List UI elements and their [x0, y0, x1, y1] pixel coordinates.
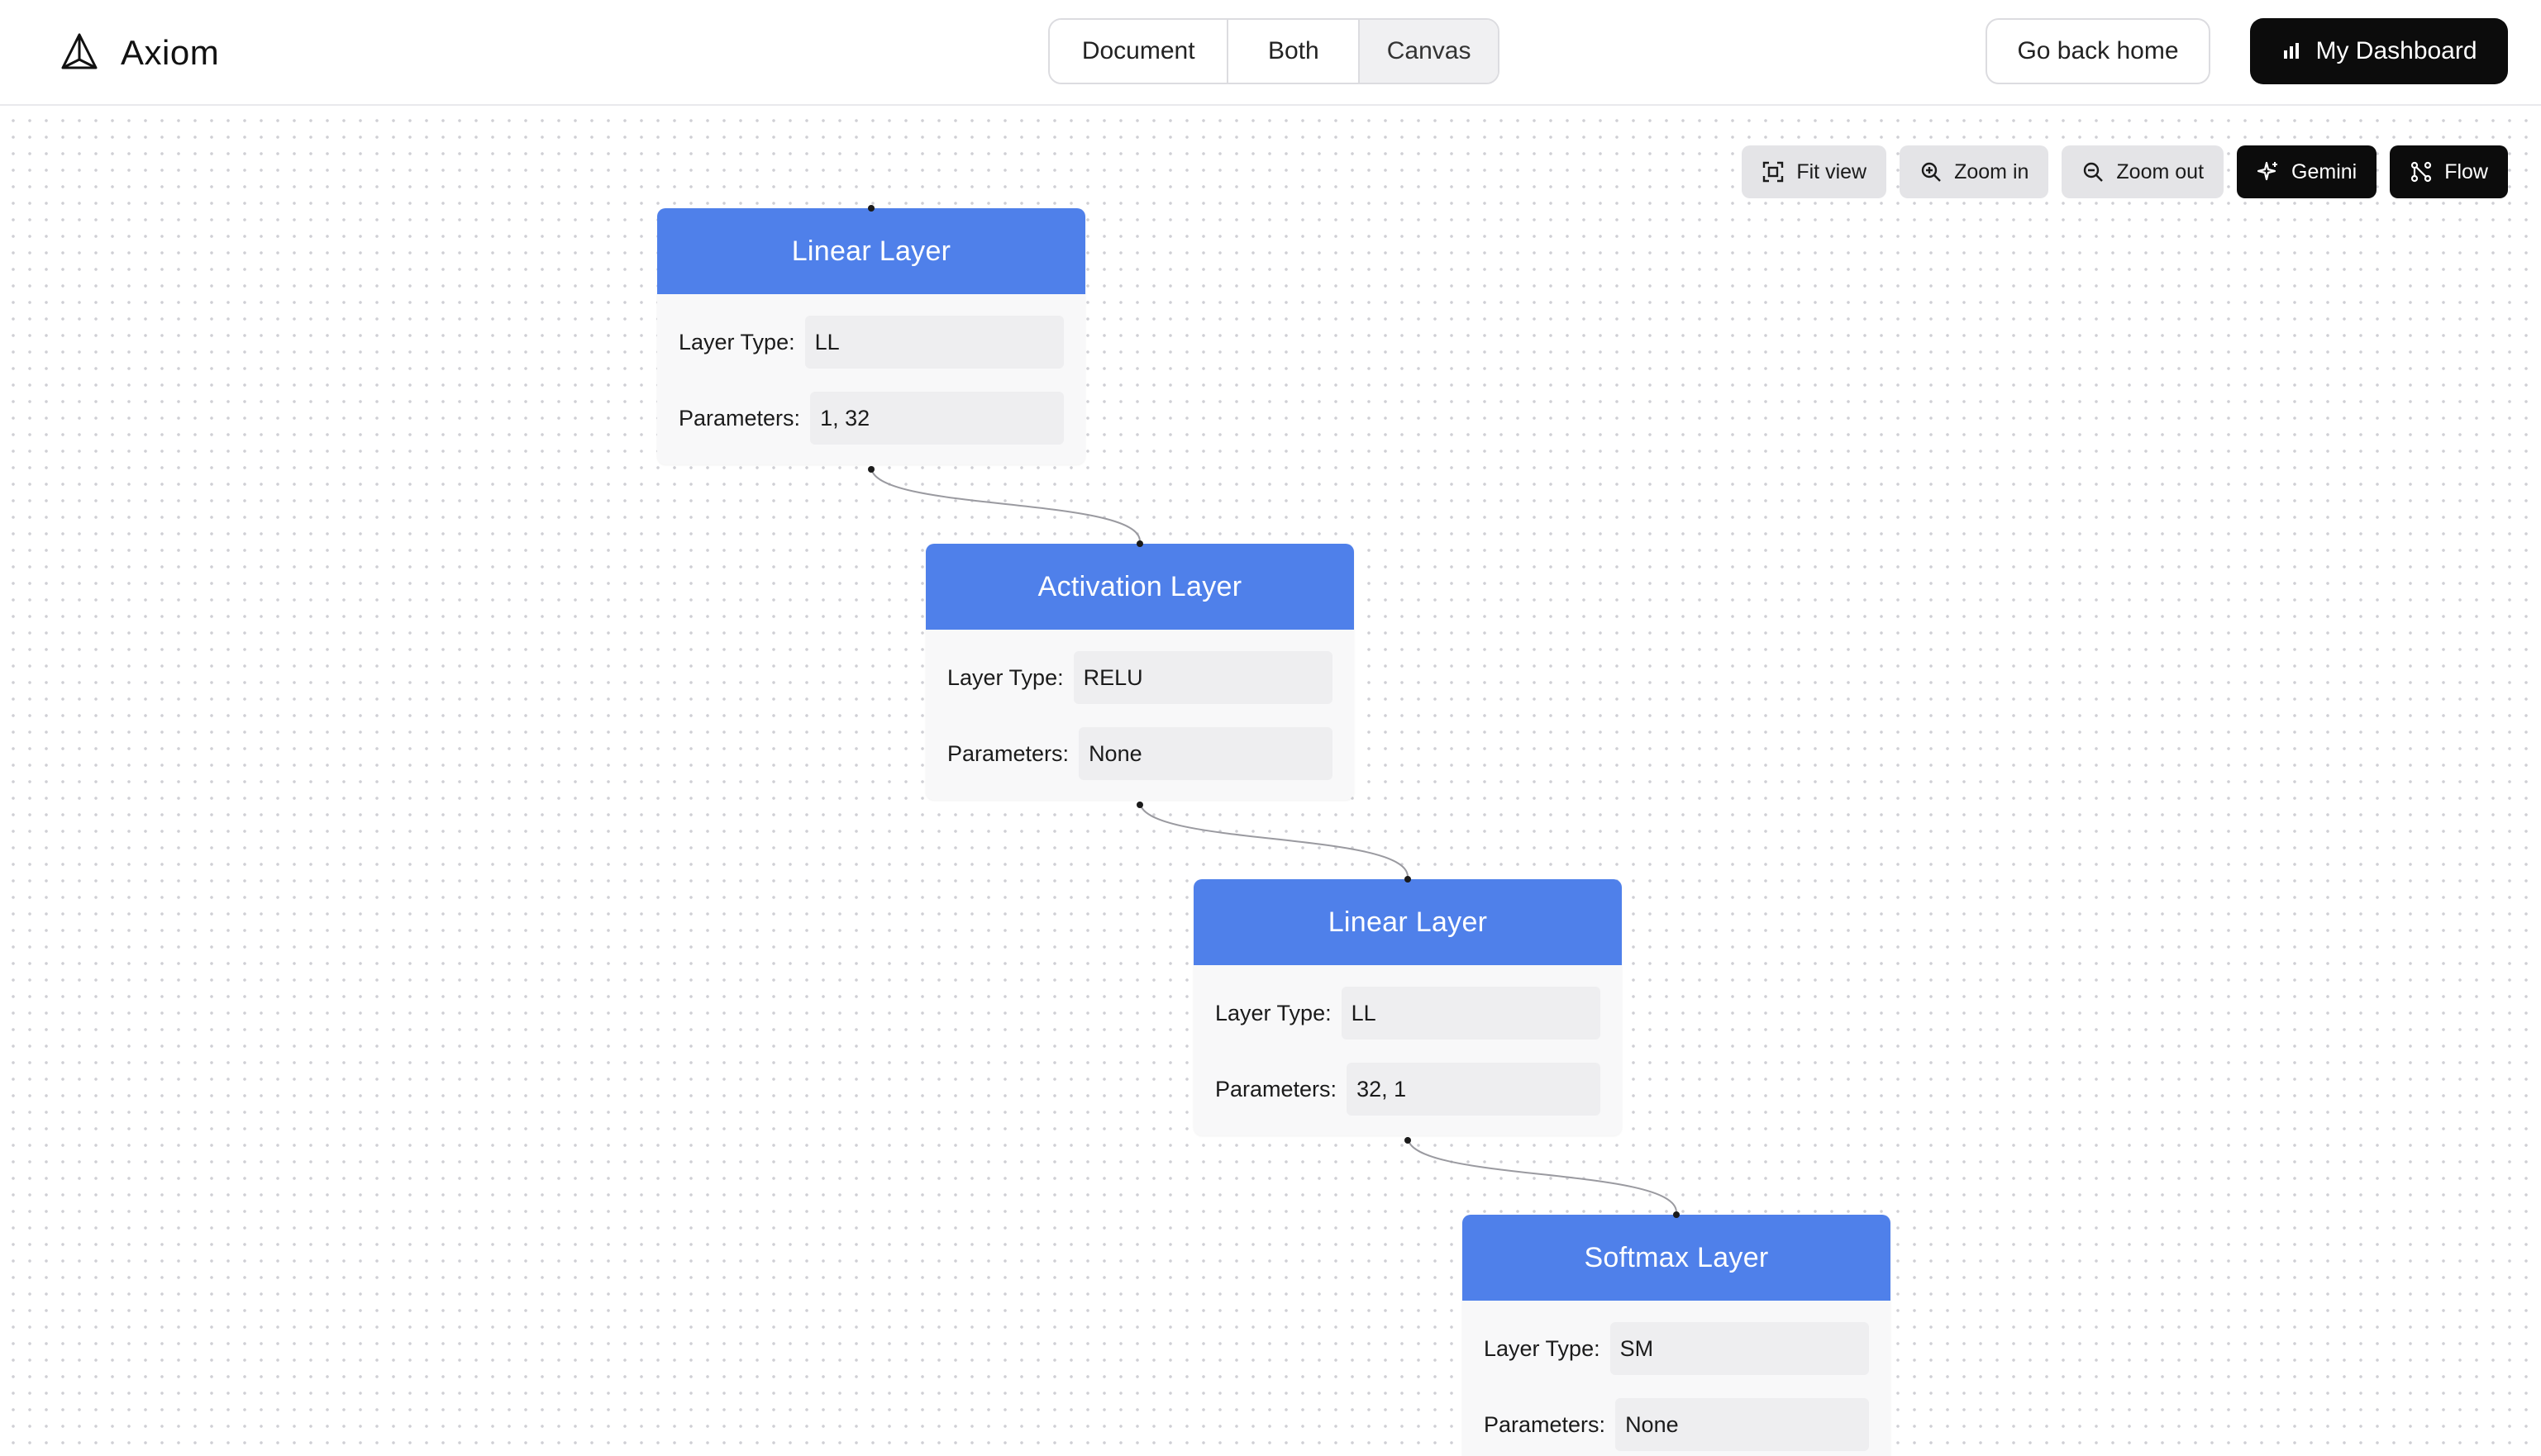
node-input-handle[interactable]	[868, 205, 875, 212]
layer-type-row: Layer Type: SM	[1484, 1322, 1869, 1375]
gemini-label: Gemini	[2291, 159, 2357, 183]
node-input-handle[interactable]	[1673, 1211, 1680, 1218]
parameters-label: Parameters:	[947, 740, 1070, 766]
node-output-handle[interactable]	[1137, 802, 1143, 808]
node-linear-layer-2[interactable]: Linear Layer Layer Type: LL Parameters: …	[1194, 876, 1622, 1144]
layer-type-field[interactable]: SM	[1609, 1322, 1869, 1375]
flow-canvas[interactable]: Fit view Zoom in Zoom out Gemini Flow Li…	[0, 107, 2541, 1456]
tab-document[interactable]: Document	[1050, 20, 1229, 83]
edge-activation-to-linear	[1139, 801, 1409, 878]
zoom-in-icon	[1921, 162, 1941, 182]
canvas-toolbar: Fit view Zoom in Zoom out Gemini Flow	[1742, 145, 2508, 198]
zoom-in-label: Zoom in	[1954, 159, 2029, 183]
node-title: Linear Layer	[657, 208, 1085, 294]
layer-type-label: Layer Type:	[679, 329, 795, 354]
tab-both[interactable]: Both	[1228, 20, 1361, 83]
edge-linear-to-activation	[870, 466, 1141, 542]
layer-type-field[interactable]: LL	[804, 316, 1064, 369]
node-activation-layer[interactable]: Activation Layer Layer Type: RELU Parame…	[926, 540, 1354, 808]
my-dashboard-label: My Dashboard	[2315, 37, 2477, 64]
fit-view-button[interactable]: Fit view	[1742, 145, 1887, 198]
my-dashboard-button[interactable]: My Dashboard	[2250, 18, 2508, 84]
parameters-field[interactable]: None	[1615, 1398, 1869, 1451]
gemini-button[interactable]: Gemini	[2237, 145, 2377, 198]
parameters-field[interactable]: 1, 32	[810, 392, 1064, 445]
parameters-field[interactable]: None	[1079, 727, 1332, 780]
edge-linear-to-softmax	[1407, 1136, 1677, 1213]
node-softmax-layer[interactable]: Softmax Layer Layer Type: SM Parameters:…	[1462, 1211, 1890, 1456]
flow-icon	[2411, 161, 2432, 183]
brand[interactable]: Axiom	[58, 28, 219, 78]
node-title: Activation Layer	[926, 544, 1354, 630]
zoom-out-icon	[2084, 162, 2104, 182]
tab-canvas[interactable]: Canvas	[1360, 20, 1498, 83]
parameters-row: Parameters: 1, 32	[679, 392, 1064, 445]
flow-label: Flow	[2444, 159, 2488, 183]
layer-type-label: Layer Type:	[1215, 1000, 1332, 1025]
layer-type-label: Layer Type:	[1484, 1335, 1600, 1361]
axiom-logo-icon	[61, 33, 98, 69]
flow-button[interactable]: Flow	[2390, 145, 2508, 198]
parameters-field[interactable]: 32, 1	[1347, 1063, 1600, 1116]
sparkle-icon	[2257, 161, 2278, 181]
layer-type-field[interactable]: RELU	[1073, 651, 1332, 704]
go-back-home-button[interactable]: Go back home	[1986, 18, 2210, 84]
zoom-out-button[interactable]: Zoom out	[2062, 145, 2224, 198]
parameters-label: Parameters:	[679, 405, 801, 431]
layer-type-field[interactable]: LL	[1341, 987, 1600, 1040]
node-title: Linear Layer	[1194, 879, 1622, 965]
layer-type-row: Layer Type: RELU	[947, 651, 1332, 704]
node-output-handle[interactable]	[1404, 1137, 1411, 1144]
node-output-handle[interactable]	[868, 466, 875, 473]
fit-view-icon	[1763, 161, 1784, 183]
zoom-out-label: Zoom out	[2116, 159, 2205, 183]
parameters-row: Parameters: 32, 1	[1215, 1063, 1600, 1116]
node-input-handle[interactable]	[1137, 540, 1143, 547]
layer-type-row: Layer Type: LL	[1215, 987, 1600, 1040]
node-title: Softmax Layer	[1462, 1215, 1890, 1301]
brand-name: Axiom	[121, 33, 220, 72]
layer-type-row: Layer Type: LL	[679, 316, 1064, 369]
node-linear-layer-1[interactable]: Linear Layer Layer Type: LL Parameters: …	[657, 205, 1085, 473]
parameters-row: Parameters: None	[1484, 1398, 1869, 1451]
parameters-label: Parameters:	[1484, 1411, 1606, 1437]
layer-type-label: Layer Type:	[947, 664, 1064, 690]
zoom-in-button[interactable]: Zoom in	[1900, 145, 2049, 198]
node-input-handle[interactable]	[1404, 876, 1411, 883]
parameters-row: Parameters: None	[947, 727, 1332, 780]
parameters-label: Parameters:	[1215, 1076, 1337, 1102]
view-mode-toggle: Document Both Canvas	[1048, 18, 1499, 84]
app-header: Axiom Document Both Canvas Go back home …	[0, 0, 2541, 106]
bar-chart-icon	[2284, 43, 2300, 59]
fit-view-label: Fit view	[1796, 159, 1867, 183]
